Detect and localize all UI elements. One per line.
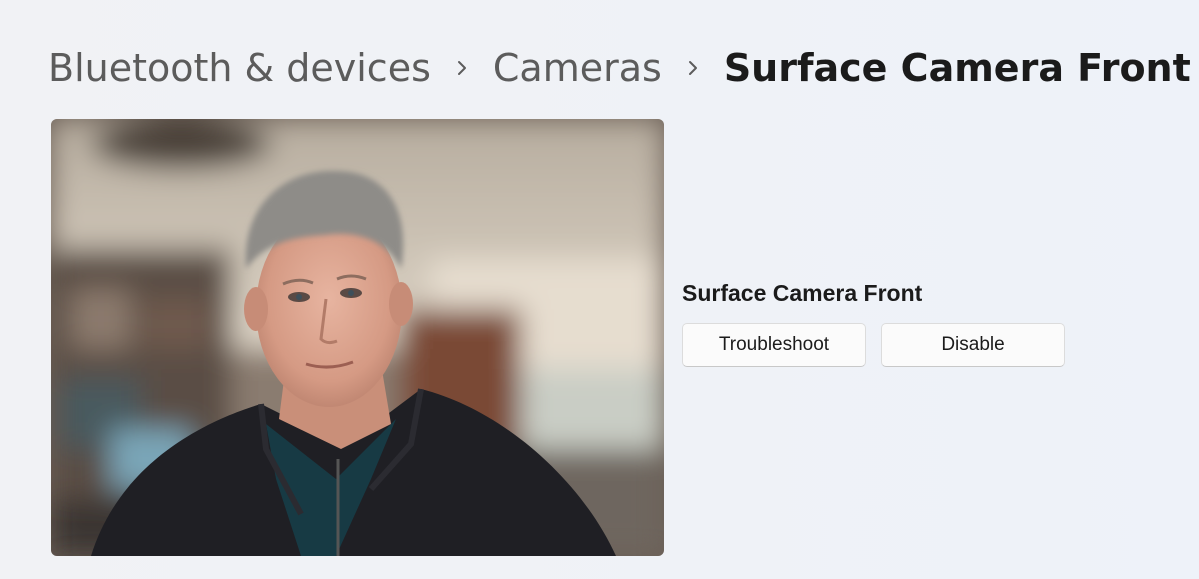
camera-preview-image <box>51 119 664 556</box>
chevron-right-icon <box>662 42 724 94</box>
disable-button[interactable]: Disable <box>881 323 1065 367</box>
chevron-right-icon <box>431 42 493 94</box>
camera-actions: Troubleshoot Disable <box>682 323 1065 367</box>
breadcrumb-current-page: Surface Camera Front <box>723 46 1191 90</box>
camera-name: Surface Camera Front <box>682 280 923 306</box>
camera-preview <box>51 119 664 556</box>
camera-info: Surface Camera Front <box>682 276 922 310</box>
breadcrumb: Bluetooth & devices Cameras Surface Came… <box>48 42 1191 94</box>
troubleshoot-button[interactable]: Troubleshoot <box>682 323 866 367</box>
breadcrumb-cameras[interactable]: Cameras <box>493 42 662 94</box>
breadcrumb-bluetooth-devices[interactable]: Bluetooth & devices <box>48 42 431 94</box>
